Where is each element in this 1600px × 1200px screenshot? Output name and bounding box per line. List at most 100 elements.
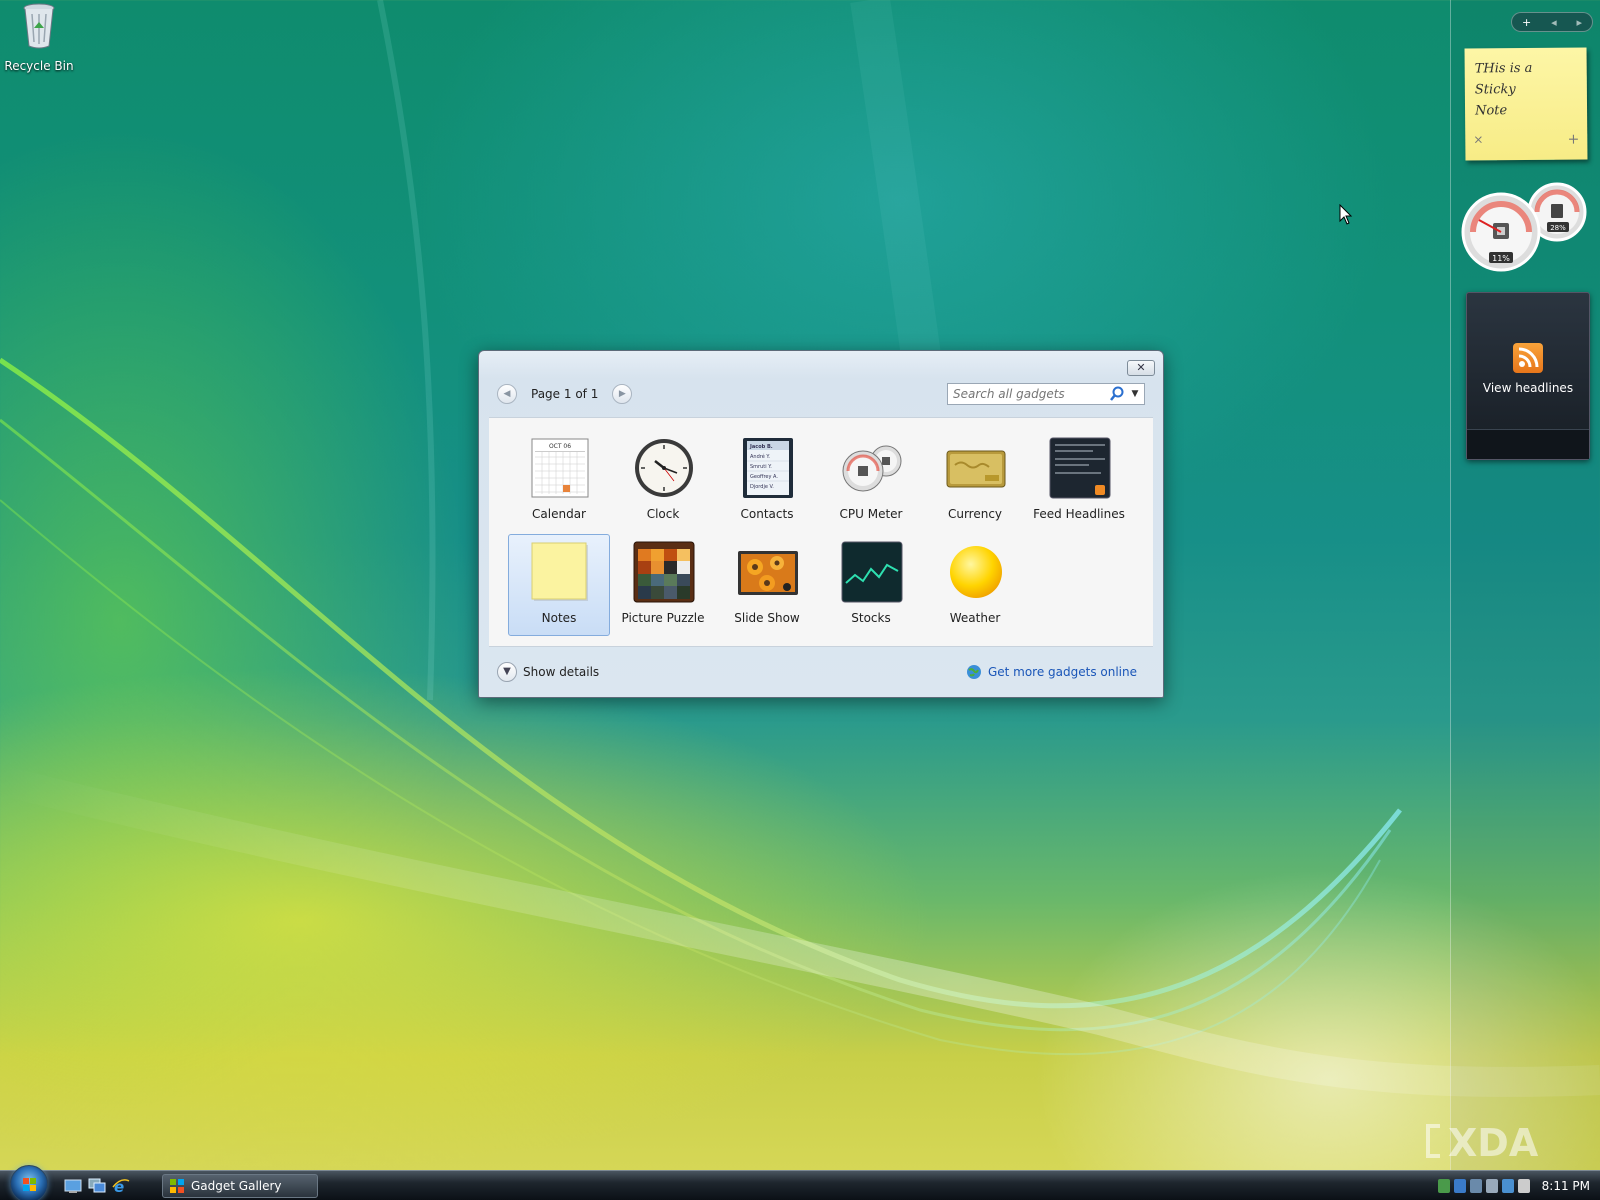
gadget-slide-show[interactable]: Slide Show (716, 534, 818, 636)
notes-icon (531, 542, 588, 601)
picture-puzzle-icon (633, 541, 695, 603)
previous-page-button[interactable]: ◀ (497, 384, 517, 404)
feed-footer (1467, 429, 1589, 459)
currency-icon (946, 450, 1006, 488)
close-button[interactable]: ✕ (1127, 360, 1155, 376)
gadget-label: Contacts (740, 507, 794, 521)
gadget-calendar[interactable]: OCT 06 Calendar (508, 430, 610, 532)
sticky-note-text-line1: THis is a Sticky (1474, 60, 1533, 98)
volume-icon[interactable] (1517, 1179, 1530, 1193)
get-more-label: Get more gadgets online (987, 665, 1137, 679)
contact-4: Geoffrey A. (750, 474, 778, 480)
delete-note-icon[interactable]: × (1473, 129, 1483, 150)
gallery-footer: ▼ Show details Get more gadgets online (491, 657, 1151, 687)
clock-icon (635, 439, 693, 497)
switch-windows-icon[interactable] (88, 1178, 106, 1194)
gadget-currency[interactable]: Currency (924, 430, 1026, 532)
gadget-grid: OCT 06 Calendar Clock Jacob B. André Y. … (508, 430, 1130, 638)
recycle-bin-label: Recycle Bin (4, 59, 74, 73)
page-indicator: Page 1 of 1 (531, 387, 599, 401)
recycle-bin-icon (23, 3, 55, 49)
slide-show-icon (738, 551, 798, 595)
gadget-weather[interactable]: Weather (924, 534, 1026, 636)
gadget-label: CPU Meter (839, 507, 903, 521)
search-icon[interactable] (1109, 386, 1125, 402)
contact-5: Djordje V. (750, 484, 774, 490)
gadget-label: Weather (949, 611, 1001, 625)
contact-1: Jacob B. (749, 444, 773, 450)
show-details-button[interactable]: ▼ Show details (497, 662, 599, 682)
gadget-label: Stocks (851, 611, 891, 625)
taskbar-gadget-gallery[interactable]: Gadget Gallery (162, 1174, 318, 1198)
sidebar-tray-icon[interactable] (1469, 1179, 1482, 1193)
windows-sidebar: + ◂ ▸ THis is a Sticky Note × + 11% 28% (1450, 0, 1600, 1170)
contact-2: André Y. (750, 453, 770, 460)
taskbar: e Gadget Gallery 8:11 PM (0, 1165, 1600, 1200)
next-page-button[interactable]: ▶ (612, 384, 633, 404)
gadget-gallery-window: ✕ ◀ Page 1 of 1 ▶ ▼ OCT 06 (478, 350, 1164, 698)
recycle-bin[interactable]: Recycle Bin (4, 2, 74, 73)
contact-3: Smruti Y. (750, 464, 772, 470)
watermark-text: XDA (1448, 1121, 1539, 1165)
gadget-list: OCT 06 Calendar Clock Jacob B. André Y. … (489, 417, 1153, 647)
gadget-feed-headlines[interactable]: Feed Headlines (1028, 430, 1130, 532)
show-details-label: Show details (523, 665, 600, 679)
sticky-note-gadget[interactable]: THis is a Sticky Note × + (1464, 47, 1588, 161)
contacts-icon: Jacob B. André Y. Smruti Y. Geoffrey A. … (743, 438, 793, 498)
pager: ◀ Page 1 of 1 ▶ (497, 383, 633, 405)
watermark: XDA (1420, 1118, 1570, 1166)
gadget-label: Currency (947, 507, 1003, 521)
taskbar-clock[interactable]: 8:11 PM (1542, 1179, 1590, 1193)
gadget-label: Feed Headlines (1033, 507, 1125, 521)
gadget-label: Slide Show (734, 611, 800, 625)
add-note-icon[interactable]: + (1567, 130, 1580, 151)
gadget-picture-puzzle[interactable]: Picture Puzzle (612, 534, 714, 636)
weather-icon (950, 546, 1002, 598)
gadget-cpu-meter[interactable]: CPU Meter (820, 430, 922, 532)
gadget-contacts[interactable]: Jacob B. André Y. Smruti Y. Geoffrey A. … (716, 430, 818, 532)
globe-icon (966, 665, 981, 679)
gadget-label: Clock (646, 507, 680, 521)
gadget-clock[interactable]: Clock (612, 430, 714, 532)
connection-icon[interactable] (1501, 1179, 1514, 1193)
search-box: ▼ (947, 383, 1145, 405)
gadget-label: Calendar (532, 507, 586, 521)
cpu-meter-icon (842, 445, 902, 492)
stocks-icon (841, 541, 903, 603)
sidebar-controls: + ◂ ▸ (1511, 12, 1593, 32)
chevron-right-icon: ▶ (618, 389, 626, 399)
gadget-stocks[interactable]: Stocks (820, 534, 922, 636)
gadget-notes[interactable]: Notes (508, 534, 610, 636)
battery-icon[interactable] (1485, 1179, 1498, 1193)
next-page-icon[interactable]: ▸ (1577, 16, 1583, 29)
memory-percent-label: 28% (1550, 224, 1566, 232)
rss-icon (1513, 343, 1543, 373)
show-desktop-icon[interactable] (64, 1178, 82, 1194)
search-dropdown-icon[interactable]: ▼ (1129, 389, 1141, 399)
calendar-icon: OCT 06 (531, 438, 589, 498)
cpu-percent-label: 11% (1492, 254, 1510, 263)
view-headlines-button[interactable]: View headlines (1467, 381, 1589, 395)
add-gadget-icon[interactable]: + (1522, 16, 1531, 29)
chevron-down-icon: ▼ (497, 662, 517, 682)
system-tray: 8:11 PM (1410, 1171, 1600, 1200)
defender-icon[interactable] (1437, 1179, 1450, 1193)
feed-headlines-icon (1049, 437, 1111, 499)
internet-explorer-icon[interactable]: e (112, 1178, 130, 1194)
network-icon[interactable] (1453, 1179, 1466, 1193)
gadget-label: Picture Puzzle (621, 611, 705, 625)
feed-headlines-gadget[interactable]: View headlines (1466, 292, 1590, 460)
gallery-toolbar: ◀ Page 1 of 1 ▶ ▼ (491, 381, 1151, 409)
taskbar-window-label: Gadget Gallery (191, 1179, 282, 1193)
start-button[interactable] (10, 1165, 48, 1200)
gadget-label: Notes (541, 611, 577, 625)
get-more-gadgets-link[interactable]: Get more gadgets online (966, 664, 1137, 680)
search-input[interactable] (953, 387, 1103, 401)
mouse-cursor (1339, 204, 1353, 225)
chevron-left-icon: ◀ (503, 389, 511, 399)
gadget-gallery-icon (170, 1179, 184, 1193)
cpu-meter-gadget[interactable]: 11% 28% (1461, 182, 1589, 278)
windows-logo-icon (23, 1178, 36, 1191)
prev-page-icon[interactable]: ◂ (1551, 16, 1557, 29)
close-icon: ✕ (1136, 361, 1146, 374)
